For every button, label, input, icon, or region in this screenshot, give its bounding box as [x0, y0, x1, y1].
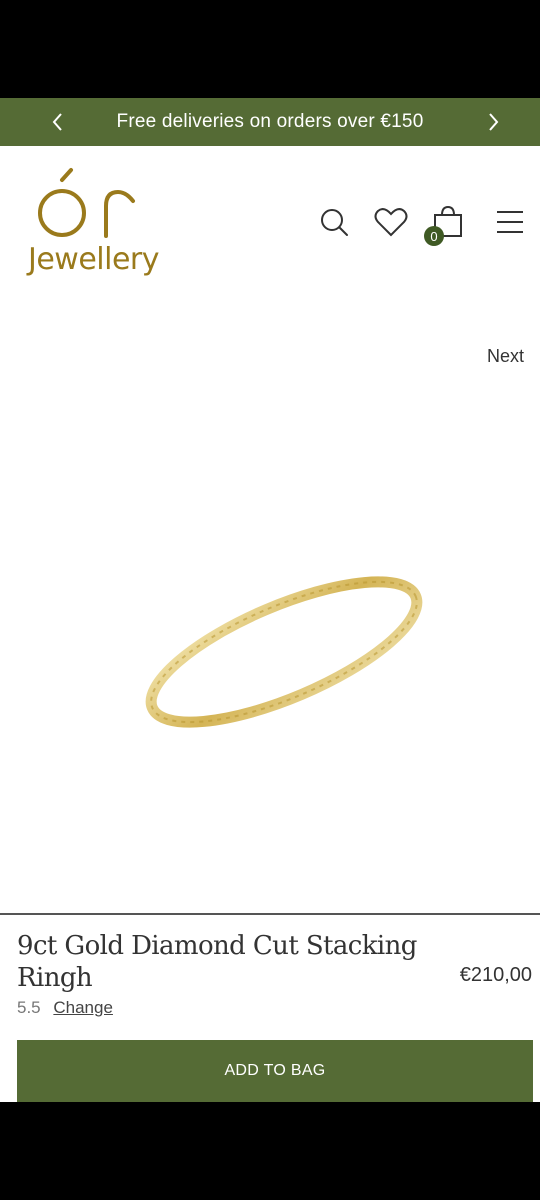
change-size-link[interactable]: Change — [53, 998, 113, 1017]
heart-icon[interactable] — [371, 202, 411, 242]
promo-text: Free deliveries on orders over €150 — [116, 111, 424, 132]
add-to-bag-button[interactable]: ADD TO BAG — [17, 1040, 533, 1102]
product-page: Jewellery 0 Next 9ct Gold Diamond Cut St… — [0, 146, 540, 1102]
product-title: 9ct Gold Diamond Cut Stacking Ringh — [17, 931, 417, 993]
system-nav-bar — [0, 1102, 540, 1200]
logo-wordmark: Jewellery — [28, 242, 160, 277]
menu-icon[interactable] — [490, 202, 530, 242]
logo-mark — [38, 168, 135, 238]
chevron-left-icon[interactable] — [34, 98, 82, 146]
selected-size: 5.5 — [17, 998, 41, 1017]
chevron-right-icon[interactable] — [469, 98, 517, 146]
product-image — [130, 566, 440, 736]
status-bar — [0, 0, 540, 98]
product-price: €210,00 — [459, 964, 532, 986]
bag-count-badge: 0 — [424, 226, 444, 246]
variant-row: 5.5 Change — [17, 998, 113, 1018]
promo-bar: Free deliveries on orders over €150 — [0, 98, 540, 146]
brand-logo[interactable]: Jewellery — [24, 164, 164, 284]
gallery-next-link[interactable]: Next — [487, 346, 524, 367]
divider — [0, 913, 540, 915]
search-icon[interactable] — [314, 202, 354, 242]
